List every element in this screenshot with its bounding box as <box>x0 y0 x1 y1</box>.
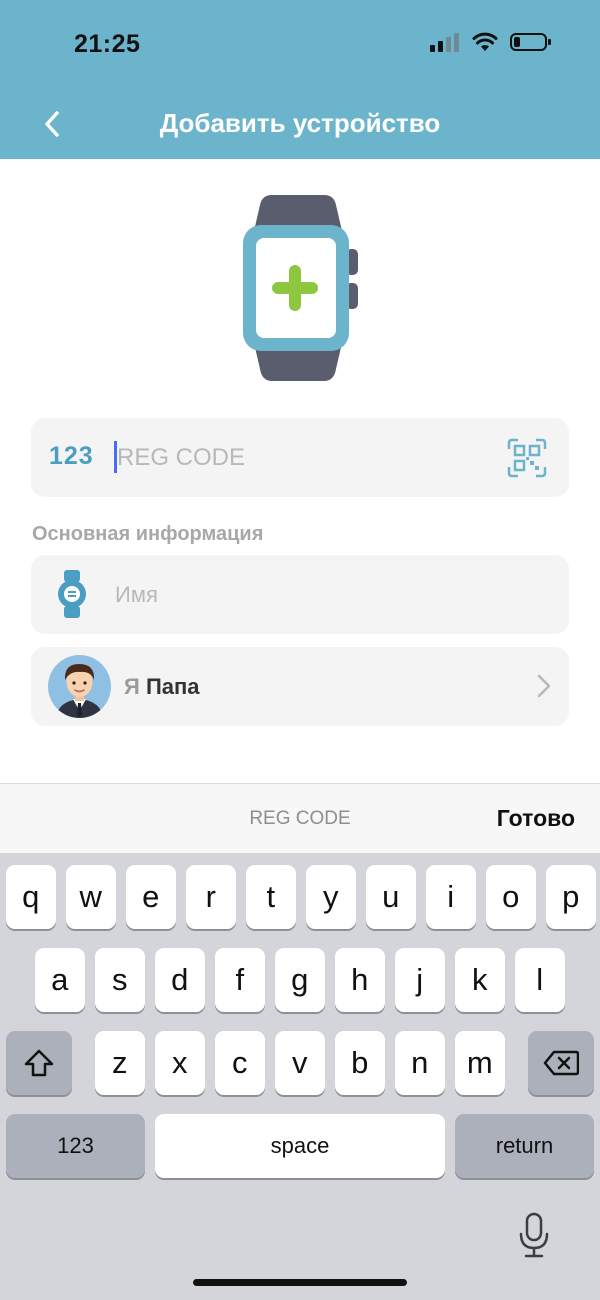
key-i[interactable]: i <box>426 865 476 929</box>
nav-header: 21:25 Добавить устройство <box>0 0 600 159</box>
key-b[interactable]: b <box>335 1031 385 1095</box>
relation-selector[interactable]: Я Папа <box>31 647 569 726</box>
key-f[interactable]: f <box>215 948 265 1012</box>
watch-icon <box>58 570 86 618</box>
key-j[interactable]: j <box>395 948 445 1012</box>
home-indicator <box>193 1279 407 1286</box>
add-watch-icon <box>243 195 358 381</box>
key-w[interactable]: w <box>66 865 116 929</box>
key-l[interactable]: l <box>515 948 565 1012</box>
avatar <box>48 655 111 718</box>
key-t[interactable]: t <box>246 865 296 929</box>
key-v[interactable]: v <box>275 1031 325 1095</box>
microphone-icon[interactable] <box>517 1212 551 1260</box>
status-icons <box>430 32 552 52</box>
key-c[interactable]: c <box>215 1031 265 1095</box>
qr-scan-icon[interactable] <box>507 438 547 478</box>
key-o[interactable]: o <box>486 865 536 929</box>
delete-key[interactable] <box>528 1031 594 1095</box>
name-placeholder: Имя <box>115 582 158 607</box>
relation-prefix: Я <box>124 674 140 699</box>
dad-avatar-icon <box>56 664 103 718</box>
wifi-icon <box>472 32 498 51</box>
reg-code-prefix: 123 <box>49 442 94 470</box>
key-r[interactable]: r <box>186 865 236 929</box>
key-s[interactable]: s <box>95 948 145 1012</box>
backspace-icon <box>543 1050 579 1076</box>
reg-code-placeholder: REG CODE <box>117 444 246 471</box>
done-button[interactable]: Готово <box>497 805 575 832</box>
keyboard-accessory-bar: REG CODE Готово <box>0 783 600 853</box>
chevron-right-icon <box>537 674 551 698</box>
status-time: 21:25 <box>74 30 141 58</box>
key-k[interactable]: k <box>455 948 505 1012</box>
key-q[interactable]: q <box>6 865 56 929</box>
key-p[interactable]: p <box>546 865 596 929</box>
keyboard: qwertyuiop asdfghjkl zxcvbnm 123 space r… <box>0 853 600 1300</box>
key-a[interactable]: a <box>35 948 85 1012</box>
key-z[interactable]: z <box>95 1031 145 1095</box>
relation-value: Папа <box>145 674 200 699</box>
key-n[interactable]: n <box>395 1031 445 1095</box>
shift-icon <box>24 1049 54 1077</box>
key-u[interactable]: u <box>366 865 416 929</box>
return-key[interactable]: return <box>455 1114 594 1178</box>
key-e[interactable]: e <box>126 865 176 929</box>
relation-text: Я Папа <box>124 674 200 700</box>
signal-icon <box>430 33 459 52</box>
key-y[interactable]: y <box>306 865 356 929</box>
key-d[interactable]: d <box>155 948 205 1012</box>
page-title: Добавить устройство <box>159 108 441 138</box>
numbers-key[interactable]: 123 <box>6 1114 145 1178</box>
key-h[interactable]: h <box>335 948 385 1012</box>
key-x[interactable]: x <box>155 1031 205 1095</box>
space-key[interactable]: space <box>155 1114 445 1178</box>
reg-code-field[interactable]: 123 REG CODE <box>31 418 569 497</box>
shift-key[interactable] <box>6 1031 72 1095</box>
battery-icon <box>510 33 551 51</box>
section-label: Основная информация <box>32 523 264 545</box>
key-m[interactable]: m <box>455 1031 505 1095</box>
name-field[interactable]: Имя <box>31 555 569 634</box>
key-g[interactable]: g <box>275 948 325 1012</box>
